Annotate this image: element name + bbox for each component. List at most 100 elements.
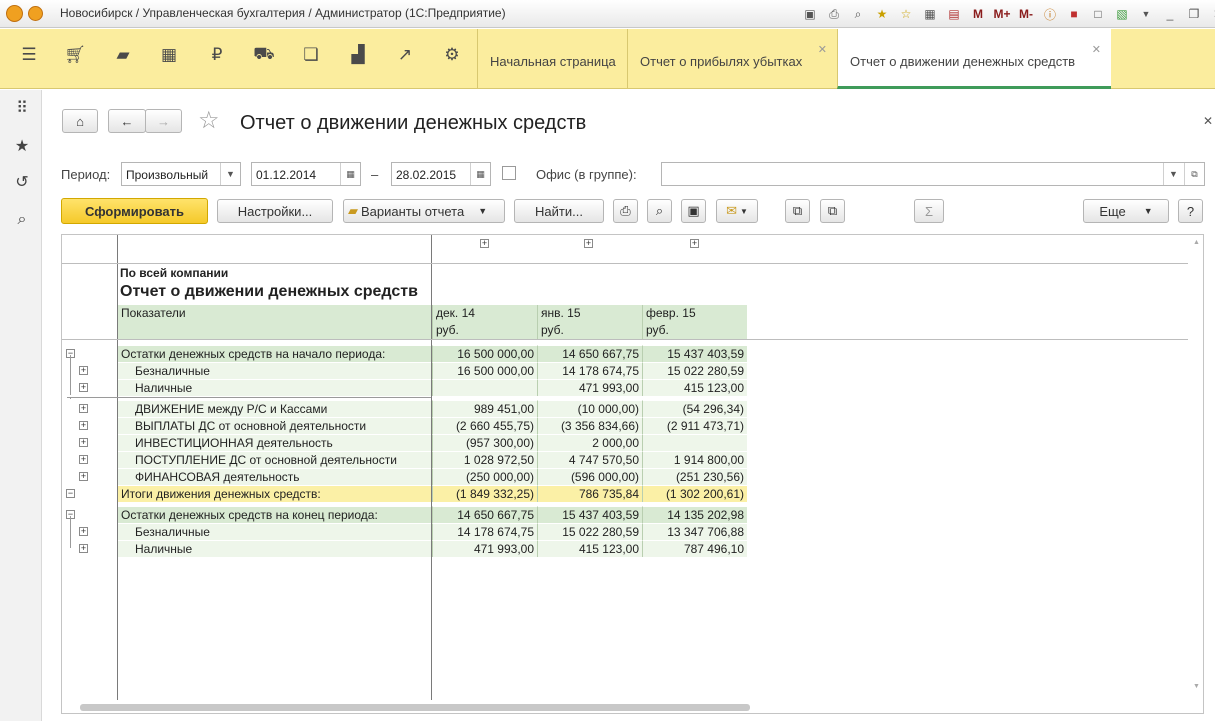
memory-button[interactable]: M <box>968 5 988 23</box>
close-tab-icon[interactable]: ✕ <box>818 43 827 56</box>
expand-row-icon[interactable]: + <box>79 527 88 536</box>
help-button[interactable]: ? <box>1178 199 1203 223</box>
chevron-down-icon[interactable]: ▼ <box>220 163 240 185</box>
section-separator <box>67 397 431 398</box>
generate-button[interactable]: Сформировать <box>61 198 208 224</box>
expand-row-icon[interactable]: + <box>79 366 88 375</box>
expand-row-icon[interactable]: + <box>79 404 88 413</box>
copy-button[interactable]: ⧉ <box>785 199 810 223</box>
memory-minus-button[interactable]: M- <box>1016 5 1036 23</box>
favorites-star-icon[interactable]: ★ <box>12 136 32 156</box>
calendar-icon[interactable]: ▦ <box>470 163 490 185</box>
date-to-input[interactable]: 28.02.2015 ▦ <box>391 162 491 186</box>
preview-button[interactable]: ⌕ <box>647 199 672 223</box>
gear-icon[interactable]: ⚙ <box>440 43 464 67</box>
bag-icon[interactable]: ▰ <box>111 43 135 67</box>
preview-icon[interactable]: ⌕ <box>848 5 868 23</box>
scroll-down-icon[interactable]: ▼ <box>1193 683 1200 690</box>
cart-icon[interactable]: 🛒︎ <box>63 43 87 67</box>
chevron-down-icon: ▼ <box>739 206 748 216</box>
row-value: 4 747 570,50 <box>537 451 642 468</box>
open-icon[interactable]: ⧉ <box>1184 163 1204 185</box>
send-email-button[interactable]: ✉ ▼ <box>716 199 758 223</box>
report-spreadsheet[interactable]: + + + По всей компании Отчет о движении … <box>61 234 1204 714</box>
save-button[interactable]: ▣ <box>681 199 706 223</box>
options-icon[interactable]: ▧ <box>1112 5 1132 23</box>
minimize-icon[interactable]: _ <box>1160 5 1180 23</box>
bar-chart-icon[interactable]: ▟ <box>346 43 370 67</box>
date-from-value: 01.12.2014 <box>256 168 317 182</box>
tab-profit-loss[interactable]: Отчет о прибылях убытках ✕ <box>627 29 837 89</box>
scroll-up-icon[interactable]: ▲ <box>1193 239 1200 246</box>
paste-button[interactable]: ⧉ <box>820 199 845 223</box>
print-button[interactable]: ⎙ <box>613 199 638 223</box>
forward-button[interactable]: → <box>145 109 182 133</box>
row-label: ВЫПЛАТЫ ДС от основной деятельности <box>118 417 431 434</box>
office-input[interactable]: ▼ ⧉ <box>661 162 1205 186</box>
settings-button[interactable]: Настройки... <box>217 199 333 223</box>
row-label: Остатки денежных средств на конец период… <box>118 506 431 523</box>
row-value: 415 123,00 <box>642 379 747 396</box>
tab-home[interactable]: Начальная страница <box>477 29 627 89</box>
print-icon[interactable]: ⎙ <box>824 5 844 23</box>
office-checkbox[interactable] <box>502 166 516 180</box>
search-icon[interactable]: ⌕ <box>12 210 32 230</box>
close-form-icon[interactable]: ✕ <box>1203 114 1213 128</box>
app-logo-icon[interactable] <box>6 5 23 22</box>
expand-column-icon[interactable]: + <box>584 239 593 248</box>
expand-column-icon[interactable]: + <box>480 239 489 248</box>
date-to-value: 28.02.2015 <box>396 168 457 182</box>
expand-row-icon[interactable]: + <box>79 421 88 430</box>
trend-icon[interactable]: ↗ <box>393 43 417 67</box>
report-variants-button[interactable]: ▰ Варианты отчета ▼ <box>343 199 505 223</box>
date-from-input[interactable]: 01.12.2014 ▦ <box>251 162 361 186</box>
restore-icon[interactable]: ❐ <box>1184 5 1204 23</box>
info-icon[interactable]: ⓘ <box>1040 5 1060 23</box>
expand-row-icon[interactable]: + <box>79 455 88 464</box>
period-select[interactable]: Произвольный ▼ <box>121 162 241 186</box>
row-value: 1 914 800,00 <box>642 451 747 468</box>
expand-row-icon[interactable]: + <box>79 438 88 447</box>
dropdown-icon[interactable]: ▼ <box>1136 5 1156 23</box>
sum-button[interactable]: Σ <box>914 199 944 223</box>
home-button[interactable]: ⌂ <box>62 109 98 133</box>
calculator-icon[interactable]: ▦ <box>920 5 940 23</box>
find-button[interactable]: Найти... <box>514 199 604 223</box>
chevron-down-icon[interactable]: ▼ <box>1163 163 1183 185</box>
expand-row-icon[interactable]: + <box>79 544 88 553</box>
column-period-header: янв. 15 <box>537 305 642 322</box>
apps-grid-icon[interactable]: ⠿ <box>12 98 32 118</box>
expand-row-icon[interactable]: + <box>79 472 88 481</box>
tab-cash-flow[interactable]: Отчет о движении денежных средств ✕ <box>837 29 1111 89</box>
documents-icon[interactable]: ❏ <box>299 43 323 67</box>
more-button[interactable]: Еще ▼ <box>1083 199 1169 223</box>
menu-icon[interactable]: ☰ <box>17 43 41 67</box>
horizontal-scrollbar[interactable] <box>80 704 750 711</box>
record-icon[interactable]: ■ <box>1064 5 1084 23</box>
close-tab-icon[interactable]: ✕ <box>1092 43 1101 56</box>
expand-row-icon[interactable]: + <box>79 383 88 392</box>
favorite-star-icon[interactable]: ☆ <box>198 106 220 135</box>
memory-plus-button[interactable]: M+ <box>992 5 1012 23</box>
close-window-icon[interactable]: ✕ <box>1208 5 1215 23</box>
calendar-icon[interactable]: ▤ <box>944 5 964 23</box>
copy-icon: ⧉ <box>792 203 803 218</box>
more-button-label: Еще <box>1099 203 1126 219</box>
main-menu-icon[interactable] <box>28 6 43 21</box>
row-value: 1 028 972,50 <box>432 451 537 468</box>
ruble-icon[interactable]: ₽ <box>205 43 229 67</box>
email-icon: ✉ <box>726 203 737 218</box>
vertical-scrollbar[interactable]: ▲ ▼ <box>1191 235 1203 700</box>
calendar-icon[interactable]: ▦ <box>340 163 360 185</box>
expand-column-icon[interactable]: + <box>690 239 699 248</box>
grid-icon[interactable]: ▦ <box>157 43 181 67</box>
row-value: (54 296,34) <box>642 400 747 417</box>
truck-icon[interactable]: ⛟ <box>252 43 276 67</box>
save-icon[interactable]: ▣ <box>800 5 820 23</box>
favorites-icon[interactable]: ☆ <box>896 5 916 23</box>
collapse-row-icon[interactable]: − <box>66 489 75 498</box>
history-icon[interactable]: ↺ <box>12 172 32 192</box>
stop-icon[interactable]: □ <box>1088 5 1108 23</box>
back-button[interactable]: ← <box>108 109 146 133</box>
favorite-add-icon[interactable]: ★ <box>872 5 892 23</box>
